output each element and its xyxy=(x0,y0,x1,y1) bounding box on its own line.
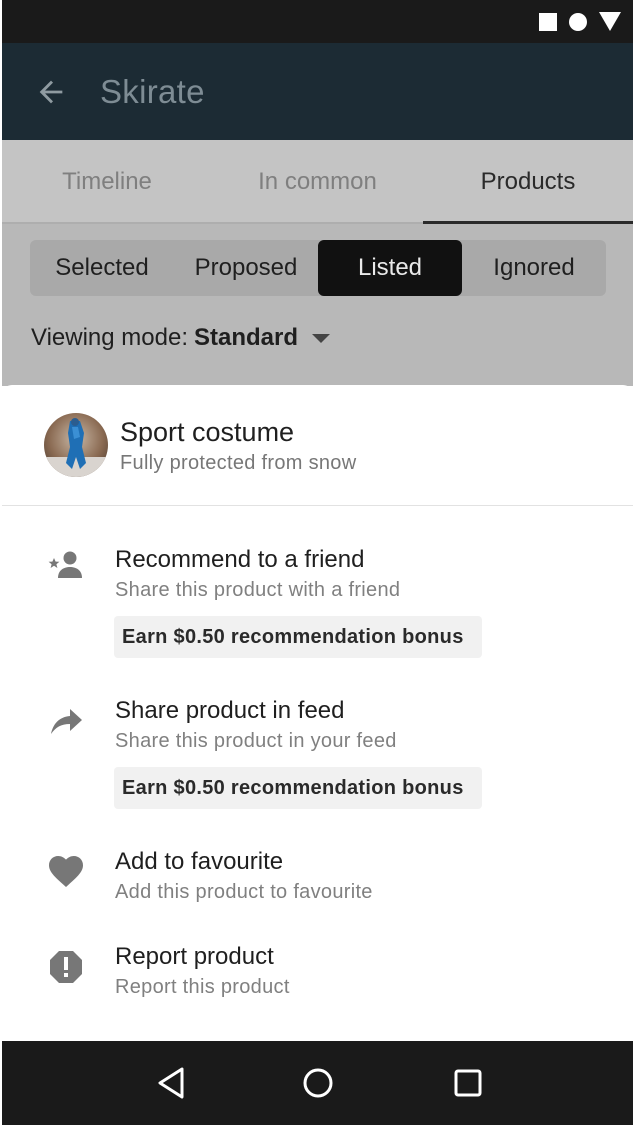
segment-ignored[interactable]: Ignored xyxy=(462,240,606,296)
back-triangle-icon[interactable] xyxy=(154,1065,190,1101)
bottom-sheet: Sport costume Fully protected from snow … xyxy=(2,385,633,1041)
circle-icon xyxy=(569,12,587,31)
action-title: Add to favourite xyxy=(115,848,284,875)
triangle-icon xyxy=(599,12,621,31)
product-avatar xyxy=(44,413,108,477)
arrow-left-icon[interactable] xyxy=(34,75,68,109)
home-circle-icon[interactable] xyxy=(300,1065,336,1101)
caret-down-icon xyxy=(312,333,330,343)
segment-selected[interactable]: Selected xyxy=(30,240,174,296)
action-title: Share product in feed xyxy=(115,697,345,724)
tab-bar: Timeline In common Products xyxy=(2,140,633,224)
person-star-icon xyxy=(48,551,82,578)
tab-timeline[interactable]: Timeline xyxy=(2,140,212,224)
action-subtitle: Add this product to favourite xyxy=(115,881,373,903)
status-icons xyxy=(539,12,621,31)
app-bar: Skirate xyxy=(2,43,633,140)
segment-proposed[interactable]: Proposed xyxy=(174,240,318,296)
bonus-badge: Earn $0.50 recommendation bonus xyxy=(114,767,482,809)
viewing-mode-value: Standard xyxy=(193,324,298,351)
action-subtitle: Share this product in your feed xyxy=(115,730,397,752)
action-title: Recommend to a friend xyxy=(115,546,365,573)
action-share-feed[interactable]: Share product in feed Share this product… xyxy=(2,697,633,827)
product-description: Fully protected from snow xyxy=(120,452,357,474)
tab-products[interactable]: Products xyxy=(423,140,633,224)
navigation-bar xyxy=(2,1041,633,1125)
page-title: Skirate xyxy=(100,73,205,110)
action-recommend[interactable]: Recommend to a friend Share this product… xyxy=(2,546,633,676)
viewing-mode-dropdown[interactable]: Viewing mode: Standard xyxy=(31,324,330,352)
app-screen: Skirate Timeline In common Products Sele… xyxy=(2,0,633,1125)
action-subtitle: Share this product with a friend xyxy=(115,579,401,601)
action-subtitle: Report this product xyxy=(115,976,290,998)
recents-square-icon[interactable] xyxy=(450,1065,486,1101)
square-icon xyxy=(539,12,557,31)
filter-area: Selected Proposed Listed Ignored Viewing… xyxy=(2,224,633,386)
tab-in-common[interactable]: In common xyxy=(212,140,423,224)
action-add-favourite[interactable]: Add to favourite Add this product to fav… xyxy=(2,848,633,908)
segmented-control: Selected Proposed Listed Ignored xyxy=(30,240,606,296)
viewing-mode-label: Viewing mode: xyxy=(31,324,188,351)
share-arrow-icon xyxy=(51,709,82,734)
product-name: Sport costume xyxy=(120,417,295,447)
action-report[interactable]: Report product Report this product xyxy=(2,943,633,1003)
heart-icon xyxy=(49,856,83,887)
bonus-badge: Earn $0.50 recommendation bonus xyxy=(114,616,482,658)
action-title: Report product xyxy=(115,943,274,970)
product-photo xyxy=(44,413,108,477)
status-bar xyxy=(2,0,633,43)
report-icon xyxy=(50,951,82,983)
segment-listed[interactable]: Listed xyxy=(318,240,462,296)
product-header: Sport costume Fully protected from snow xyxy=(2,385,633,506)
